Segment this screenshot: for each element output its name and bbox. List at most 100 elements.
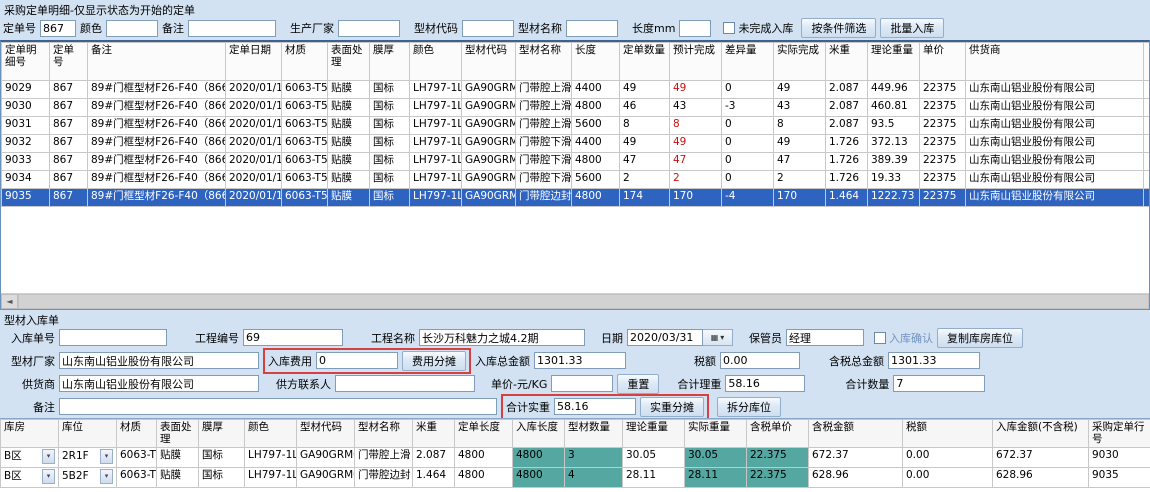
contact-input[interactable] [335,375,475,392]
project-name-input[interactable] [419,329,585,346]
order-table: 定单明细号定单号备注定单日期材质表面处理膜厚颜色型材代码型材名称长度定单数量预计… [1,42,1150,207]
supplier-input[interactable] [59,375,259,392]
copy-location-button[interactable]: 复制库房库位 [937,328,1023,348]
order-cell: 9031 [2,117,50,135]
order-cell: 89#门框型材F26-F40（866+867） [88,81,226,99]
horizontal-scrollbar[interactable]: ◄ [1,293,1149,309]
order-table-row[interactable]: 903386789#门框型材F26-F40（866+867）2020/01/13… [2,153,1150,171]
order-cell: 9033 [2,153,50,171]
inbound-table-row[interactable]: B区▾5B2F▾6063-T5贴膜国标LH797-1LL0GA90GRM05门带… [1,468,1150,488]
reset-button[interactable]: 重置 [617,374,659,394]
column-header: 单价 [920,43,966,81]
project-no-label: 工程编号 [183,330,239,346]
manufacturer-input[interactable] [338,20,400,37]
order-cell: GA90GRM05 [462,189,516,207]
split-location-button[interactable]: 拆分库位 [717,397,781,417]
order-cell: 89#门框型材F26-F40（866+867） [88,117,226,135]
inbound-cell: 4800 [455,448,513,468]
order-cell: -3 [722,99,774,117]
unit-price-input[interactable] [551,375,613,392]
calendar-icon: ▦ [711,333,719,342]
order-cell [1144,189,1150,207]
remark-input[interactable] [188,20,276,37]
order-no-input[interactable] [40,20,76,37]
order-cell: 2 [620,171,670,189]
warehouse-select[interactable]: B区 ▾ [4,469,55,484]
color-input[interactable] [106,20,158,37]
inbound-cell: 628.96 [993,468,1089,488]
combo-arrow-icon[interactable]: ▾ [100,469,113,484]
filter-button[interactable]: 按条件筛选 [801,18,876,38]
order-table-row[interactable]: 903286789#门框型材F26-F40（866+867）2020/01/13… [2,135,1150,153]
order-cell: 2020/01/13 [226,135,282,153]
order-table-row[interactable]: 902986789#门框型材F26-F40（866+867）2020/01/13… [2,81,1150,99]
order-table-row[interactable]: 903486789#门框型材F26-F40（866+867）2020/01/13… [2,171,1150,189]
batch-inbound-button[interactable]: 批量入库 [880,18,944,38]
actual-weight-input[interactable] [554,398,636,415]
order-table-row[interactable]: 903186789#门框型材F26-F40（866+867）2020/01/13… [2,117,1150,135]
project-no-input[interactable] [243,329,343,346]
length-label: 长度mm [632,20,675,36]
dropdown-arrow-icon: ▾ [720,333,724,342]
factory-input[interactable] [59,352,259,369]
inbound-cell: 4 [565,468,623,488]
column-header: 型材名称 [355,420,413,448]
theory-weight-input[interactable] [725,375,805,392]
combo-arrow-icon[interactable]: ▾ [42,469,55,484]
length-input[interactable] [679,20,711,37]
order-table-row[interactable]: 903086789#门框型材F26-F40（866+867）2020/01/13… [2,99,1150,117]
fee-share-button[interactable]: 费用分摊 [402,351,466,371]
order-cell: 49 [774,135,826,153]
tax-input[interactable] [720,352,800,369]
order-cell: 6063-T5 [282,135,328,153]
scrollbar-thumb[interactable] [18,294,1149,309]
unfinished-checkbox-wrap[interactable]: 未完成入库 [723,20,793,36]
order-cell: LH797-1LL0 [410,99,462,117]
order-cell: 4800 [572,153,620,171]
location-select[interactable]: 5B2F▾ [62,469,113,484]
inbound-confirm-checkbox-wrap[interactable]: 入库确认 [874,330,933,346]
inbound-cell: 0.00 [903,468,993,488]
inbound-table-row[interactable]: B区▾2R1F▾6063-T5贴膜国标LH797-1LL0GA90GRM03门带… [1,448,1150,468]
column-header: 米重 [826,43,868,81]
keeper-input[interactable] [786,329,864,346]
scroll-left-icon[interactable]: ◄ [1,294,18,309]
date-picker-button[interactable]: ▦▾ [703,329,733,346]
total-qty-input[interactable] [893,375,985,392]
inbound-confirm-checkbox[interactable] [874,332,886,344]
order-table-row[interactable]: 903586789#门框型材F26-F40（866+867）2020/01/13… [2,189,1150,207]
taxed-total-input[interactable] [888,352,980,369]
order-cell: 49 [620,81,670,99]
order-cell: 47 [620,153,670,171]
inbound-no-input[interactable] [59,329,167,346]
total-amount-label: 入库总金额 [475,353,530,369]
profile-name-input[interactable] [566,20,618,37]
unfinished-checkbox[interactable] [723,22,735,34]
location-select[interactable]: 2R1F▾ [62,449,113,464]
combo-arrow-icon[interactable]: ▾ [42,449,55,464]
order-cell: 0 [722,117,774,135]
order-cell: 8 [670,117,722,135]
order-cell: 国标 [370,189,410,207]
combo-value: B区 [4,470,22,482]
fee-input[interactable] [316,352,398,369]
order-cell: 5600 [572,117,620,135]
column-header: 膜厚 [370,43,410,81]
inbound-remark-input[interactable] [59,398,497,415]
order-cell: 170 [670,189,722,207]
profile-code-input[interactable] [462,20,514,37]
date-input[interactable] [627,329,703,346]
warehouse-select[interactable]: B区▾ [4,449,55,464]
inbound-cell: 4800 [513,448,565,468]
actual-share-button[interactable]: 实重分摊 [640,397,704,417]
order-cell: GA90GRM04 [462,171,516,189]
total-amount-input[interactable] [534,352,626,369]
order-cell: 22375 [920,135,966,153]
order-cell: 1.726 [826,135,868,153]
combo-arrow-icon[interactable]: ▾ [100,449,113,464]
order-cell: 0 [722,81,774,99]
column-header: 理论重量 [623,420,685,448]
column-header: 理论重量 [868,43,920,81]
inbound-cell: 672.37 [809,448,903,468]
order-cell: 国标 [370,117,410,135]
